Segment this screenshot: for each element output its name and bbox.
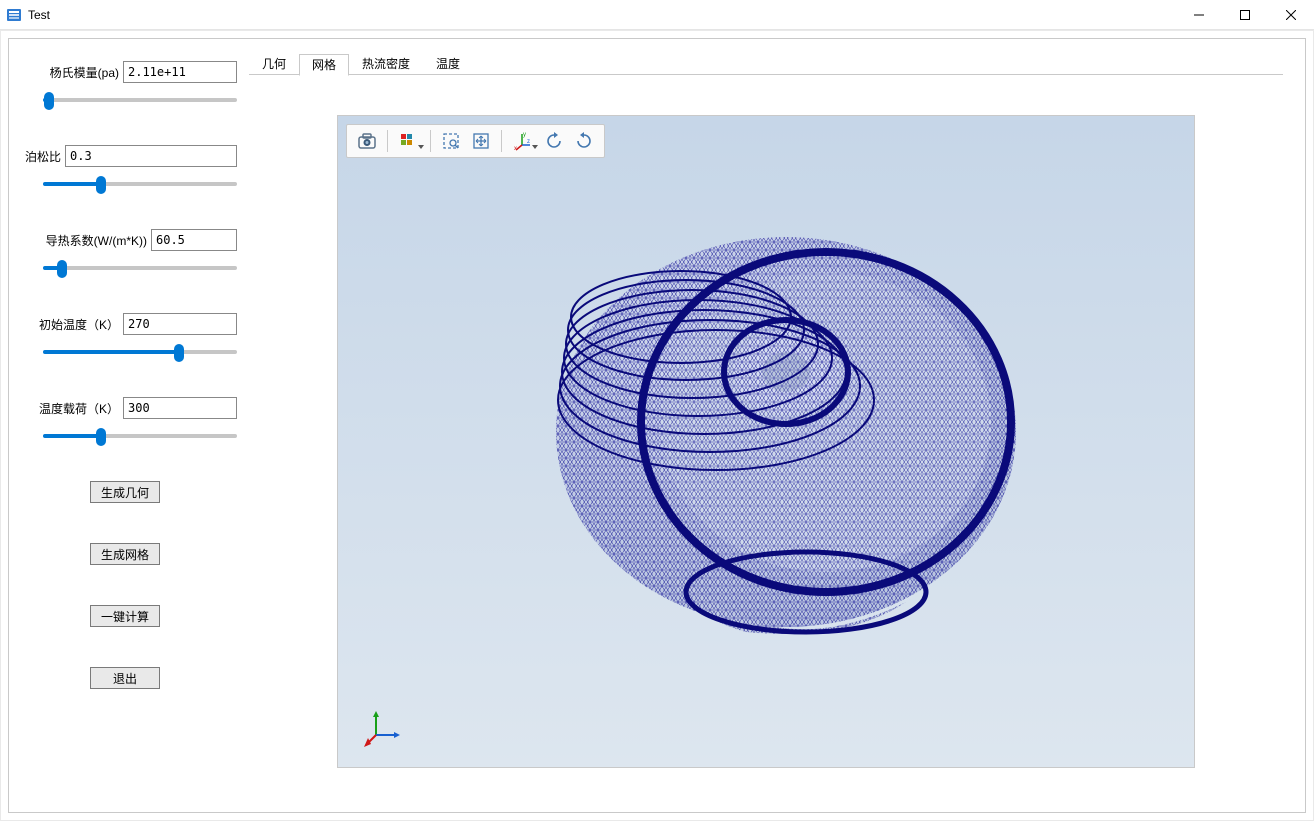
- param-label: 导热系数(W/(m*K)): [46, 232, 147, 249]
- param-label: 杨氏模量(pa): [50, 64, 119, 81]
- app-icon: [6, 7, 22, 23]
- fit-icon: [471, 131, 491, 151]
- param-initial-temperature: 初始温度（K）: [13, 313, 237, 361]
- thermal-conductivity-slider[interactable]: [43, 257, 237, 277]
- poisson-ratio-slider[interactable]: [43, 173, 237, 193]
- generate-geometry-button[interactable]: 生成几何: [90, 481, 160, 503]
- param-thermal-conductivity: 导热系数(W/(m*K)): [13, 229, 237, 277]
- tab-bar: 几何 网格 热流密度 温度: [249, 53, 1283, 75]
- initial-temperature-input[interactable]: [123, 313, 237, 335]
- svg-text:y: y: [523, 132, 526, 138]
- exit-button[interactable]: 退出: [90, 667, 160, 689]
- axis-gizmo: [364, 707, 404, 747]
- generate-mesh-button[interactable]: 生成网格: [90, 543, 160, 565]
- grid-icon: [398, 131, 418, 151]
- zoom-fit-button[interactable]: [467, 127, 495, 155]
- tab-geometry[interactable]: 几何: [249, 53, 299, 75]
- close-button[interactable]: [1268, 0, 1314, 29]
- temperature-load-input[interactable]: [123, 397, 237, 419]
- temperature-load-slider[interactable]: [43, 425, 237, 445]
- rotate-cw-icon: [544, 131, 564, 151]
- poisson-ratio-input[interactable]: [65, 145, 237, 167]
- tab-temperature[interactable]: 温度: [423, 53, 473, 75]
- maximize-button[interactable]: [1222, 0, 1268, 29]
- rotate-ccw-button[interactable]: [570, 127, 598, 155]
- tab-mesh[interactable]: 网格: [299, 54, 349, 76]
- main-panel: 几何 网格 热流密度 温度: [241, 39, 1305, 812]
- param-poisson-ratio: 泊松比: [13, 145, 237, 193]
- youngs-modulus-input[interactable]: [123, 61, 237, 83]
- initial-temperature-slider[interactable]: [43, 341, 237, 361]
- parameter-sidebar: 杨氏模量(pa) 泊松比: [9, 39, 241, 812]
- screenshot-button[interactable]: [353, 127, 381, 155]
- titlebar: Test: [0, 0, 1314, 30]
- tab-heat-flux[interactable]: 热流密度: [349, 53, 423, 75]
- window-title: Test: [28, 8, 50, 22]
- camera-icon: [357, 131, 377, 151]
- thermal-conductivity-input[interactable]: [151, 229, 237, 251]
- chevron-down-icon: [418, 145, 424, 151]
- param-youngs-modulus: 杨氏模量(pa): [13, 61, 237, 109]
- viewport-3d[interactable]: y z x: [337, 115, 1195, 768]
- minimize-button[interactable]: [1176, 0, 1222, 29]
- mesh-model: [486, 202, 1046, 682]
- zoom-box-icon: [441, 131, 461, 151]
- youngs-modulus-slider[interactable]: [43, 89, 237, 109]
- viewport-toolbar: y z x: [346, 124, 605, 158]
- param-label: 初始温度（K）: [39, 316, 119, 333]
- param-label: 温度载荷（K）: [39, 400, 119, 417]
- svg-text:x: x: [514, 146, 517, 151]
- chevron-down-icon: [532, 145, 538, 151]
- param-label: 泊松比: [25, 148, 61, 165]
- window-controls: [1176, 0, 1314, 29]
- param-temperature-load: 温度载荷（K）: [13, 397, 237, 445]
- zoom-box-button[interactable]: [437, 127, 465, 155]
- svg-text:z: z: [527, 139, 530, 145]
- rotate-ccw-icon: [574, 131, 594, 151]
- compute-button[interactable]: 一键计算: [90, 605, 160, 627]
- axes-icon: y z x: [512, 131, 532, 151]
- rotate-cw-button[interactable]: [540, 127, 568, 155]
